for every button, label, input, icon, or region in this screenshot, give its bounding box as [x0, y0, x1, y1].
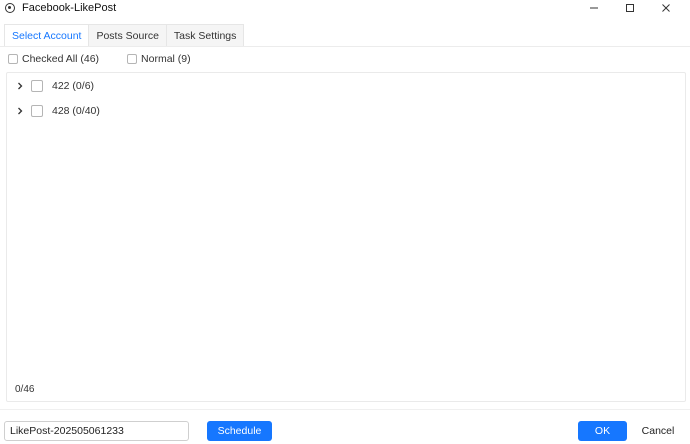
tree-group-label: 428 (0/40): [52, 105, 100, 117]
app-logo-icon: [5, 3, 15, 13]
account-tree-panel: 422 (0/6) 428 (0/40) 0/46: [6, 72, 686, 402]
tree-group-row[interactable]: 428 (0/40): [15, 103, 100, 119]
chevron-right-icon[interactable]: [15, 106, 25, 116]
window-title: Facebook-LikePost: [22, 2, 117, 14]
tab-posts-source[interactable]: Posts Source: [88, 24, 167, 47]
filter-bar: Checked All (46) Normal (9): [8, 52, 191, 66]
chevron-right-icon[interactable]: [15, 81, 25, 91]
selection-count: 0/46: [15, 384, 35, 395]
checked-all-filter[interactable]: Checked All (46): [8, 53, 99, 65]
close-icon: [662, 4, 670, 12]
ok-button[interactable]: OK: [578, 421, 627, 441]
tree-group-checkbox[interactable]: [31, 80, 43, 92]
title-bar: Facebook-LikePost: [0, 0, 690, 16]
schedule-button[interactable]: Schedule: [207, 421, 272, 441]
checked-all-checkbox[interactable]: [8, 54, 18, 64]
checked-all-label: Checked All (46): [22, 53, 100, 65]
close-button[interactable]: [648, 0, 684, 16]
tree-group-label: 422 (0/6): [52, 80, 95, 92]
maximize-icon: [626, 4, 634, 12]
tab-select-account[interactable]: Select Account: [4, 24, 90, 47]
tab-divider: [0, 46, 690, 47]
task-name-input[interactable]: [4, 421, 189, 441]
window-controls: [576, 0, 684, 16]
maximize-button[interactable]: [612, 0, 648, 16]
normal-checkbox[interactable]: [127, 54, 138, 64]
tab-task-settings[interactable]: Task Settings: [165, 24, 245, 47]
normal-label: Normal (9): [141, 53, 191, 65]
tab-bar: Select Account Posts Source Task Setting…: [4, 24, 245, 47]
minimize-button[interactable]: [576, 0, 612, 16]
normal-filter[interactable]: Normal (9): [127, 53, 191, 65]
tree-group-checkbox[interactable]: [31, 105, 43, 117]
minimize-icon: [590, 7, 598, 9]
tree-group-row[interactable]: 422 (0/6): [15, 78, 94, 94]
cancel-button[interactable]: Cancel: [636, 421, 680, 441]
footer-divider: [0, 409, 690, 410]
